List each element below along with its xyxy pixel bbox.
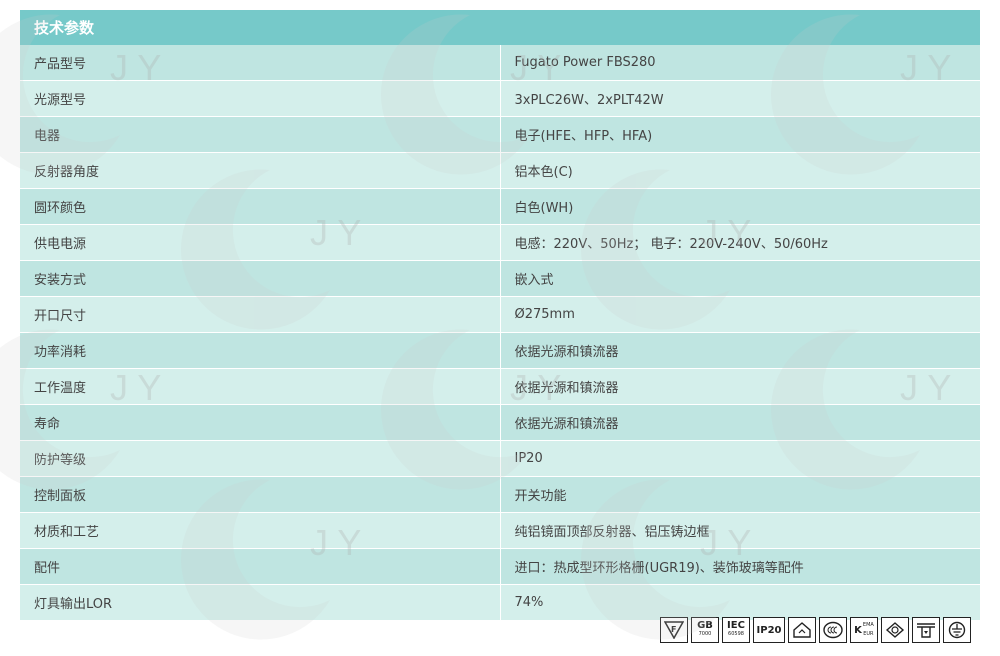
svg-text:F: F — [671, 625, 676, 634]
row-value: 开关功能 — [500, 476, 980, 513]
table-row: 防护等级 IP20 — [20, 440, 980, 477]
row-label: 圆环颜色 — [20, 188, 501, 225]
house-mark-icon — [788, 617, 816, 643]
row-label: 光源型号 — [20, 80, 501, 117]
row-label: 安装方式 — [20, 260, 501, 297]
row-value: 进口：热成型环形格栅(UGR19)、装饰玻璃等配件 — [500, 548, 980, 585]
row-label: 寿命 — [20, 404, 501, 441]
k-ema-eur-icon: K EMA EUR — [850, 617, 878, 643]
row-label: 电器 — [20, 116, 501, 153]
table-row: 材质和工艺 纯铝镜面顶部反射器、铝压铸边框 — [20, 512, 980, 549]
row-value: Ø275mm — [500, 296, 980, 333]
row-value: 74% — [500, 584, 980, 621]
table-row: 反射器角度 铝本色(C) — [20, 152, 980, 189]
row-value: IP20 — [500, 440, 980, 477]
table-row: 光源型号 3xPLC26W、2xPLT42W — [20, 80, 980, 117]
earth-ground-icon — [943, 617, 971, 643]
row-label: 控制面板 — [20, 476, 501, 513]
table-row: 供电电源 电感：220V、50Hz； 电子：220V-240V、50/60Hz — [20, 224, 980, 261]
table-row: 安装方式 嵌入式 — [20, 260, 980, 297]
row-value: 依据光源和镇流器 — [500, 368, 980, 405]
row-value: 依据光源和镇流器 — [500, 404, 980, 441]
row-label: 工作温度 — [20, 368, 501, 405]
table-row: 开口尺寸 Ø275mm — [20, 296, 980, 333]
row-value: 电感：220V、50Hz； 电子：220V-240V、50/60Hz — [500, 224, 980, 261]
row-label: 反射器角度 — [20, 152, 501, 189]
table-row: 控制面板 开关功能 — [20, 476, 980, 513]
row-value: 白色(WH) — [500, 188, 980, 225]
table-row: 功率消耗 依据光源和镇流器 — [20, 332, 980, 369]
table-row: 灯具输出LOR 74% — [20, 584, 980, 621]
row-value: Fugato Power FBS280 — [500, 45, 980, 81]
triangle-mark-icon — [881, 617, 909, 643]
table-row: 配件 进口：热成型环形格栅(UGR19)、装饰玻璃等配件 — [20, 548, 980, 585]
row-value: 电子(HFE、HFP、HFA) — [500, 116, 980, 153]
iec60598-icon: IEC 60598 — [722, 617, 750, 643]
row-label: 配件 — [20, 548, 501, 585]
table-header: 技术参数 — [20, 10, 980, 45]
table-row: 寿命 依据光源和镇流器 — [20, 404, 980, 441]
row-label: 开口尺寸 — [20, 296, 501, 333]
row-label: 供电电源 — [20, 224, 501, 261]
gb7000-icon: GB 7000 — [691, 617, 719, 643]
row-value: 依据光源和镇流器 — [500, 332, 980, 369]
table-row: 产品型号 Fugato Power FBS280 — [20, 45, 980, 81]
f-mark-icon: F — [660, 617, 688, 643]
table-row: 工作温度 依据光源和镇流器 — [20, 368, 980, 405]
row-label: 灯具输出LOR — [20, 584, 501, 621]
row-label: 材质和工艺 — [20, 512, 501, 549]
row-value: 纯铝镜面顶部反射器、铝压铸边框 — [500, 512, 980, 549]
row-label: 产品型号 — [20, 45, 501, 81]
row-value: 铝本色(C) — [500, 152, 980, 189]
ip20-icon: IP20 — [753, 617, 785, 643]
table-row: 圆环颜色 白色(WH) — [20, 188, 980, 225]
row-label: 功率消耗 — [20, 332, 501, 369]
certification-icons: F GB 7000 IEC 60598 IP20 K EMA EUR — [660, 617, 971, 645]
ccc-icon — [819, 617, 847, 643]
spec-table: 技术参数 产品型号 Fugato Power FBS280 光源型号 3xPLC26… — [20, 10, 980, 621]
surface-mount-icon — [912, 617, 940, 643]
table-row: 电器 电子(HFE、HFP、HFA) — [20, 116, 980, 153]
row-value: 3xPLC26W、2xPLT42W — [500, 80, 980, 117]
row-label: 防护等级 — [20, 440, 501, 477]
row-value: 嵌入式 — [500, 260, 980, 297]
